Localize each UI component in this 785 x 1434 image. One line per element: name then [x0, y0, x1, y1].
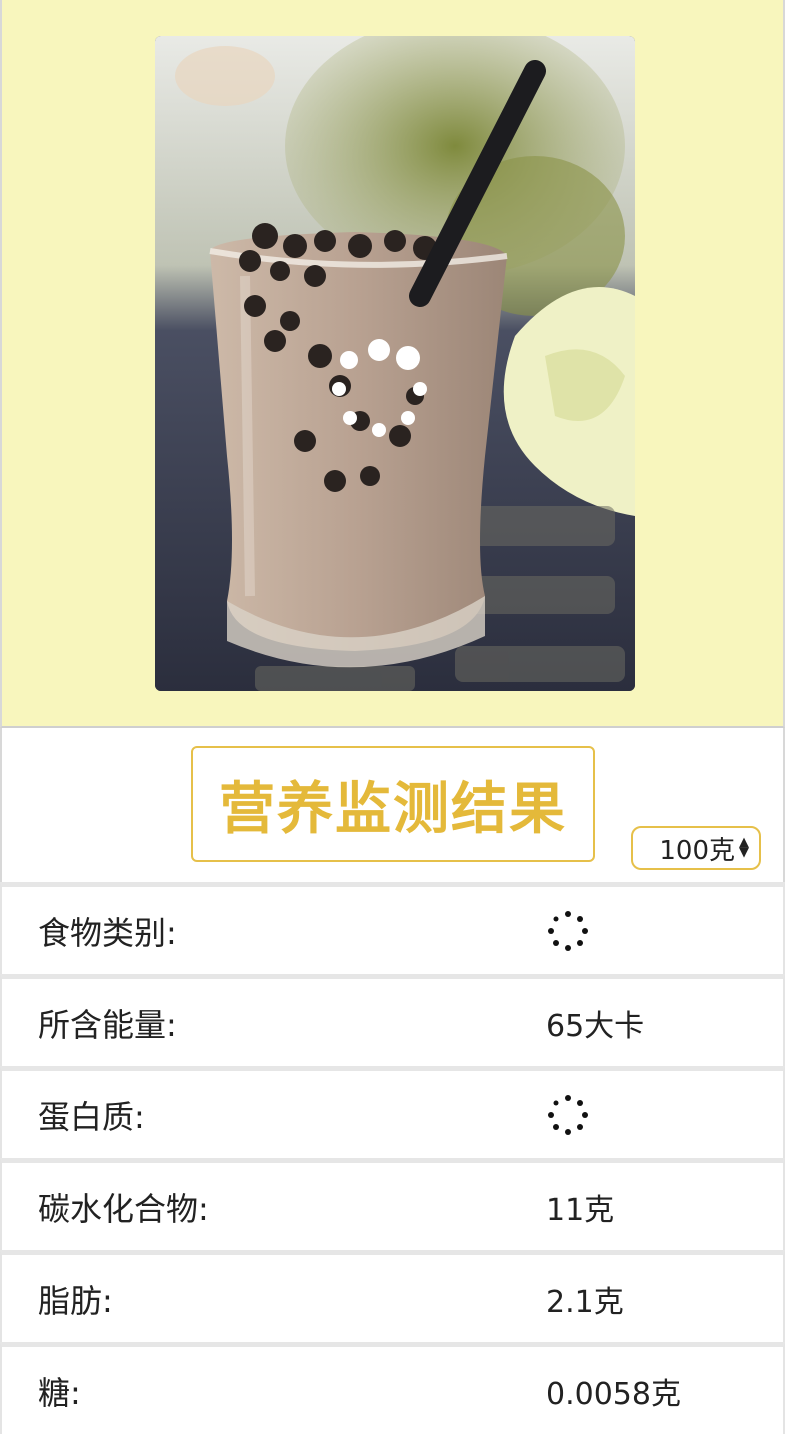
- result-header: 营养监测结果 100克 ▲ ▼: [0, 728, 785, 882]
- row-label: 食物类别:: [38, 913, 177, 952]
- nutrition-row-carbs: 碳水化合物: 11克: [0, 1158, 785, 1250]
- row-value-loading: [546, 887, 590, 974]
- nutrition-row-energy: 所含能量: 65大卡: [0, 974, 785, 1066]
- nutrition-row-protein: 蛋白质:: [0, 1066, 785, 1158]
- weight-select-value: 100克: [659, 835, 735, 866]
- nutrition-row-fat: 脂肪: 2.1克: [0, 1250, 785, 1342]
- nutrition-row-sugar: 糖: 0.0058克: [0, 1342, 785, 1434]
- row-label: 脂肪:: [38, 1281, 113, 1320]
- row-value: 65大卡: [546, 1008, 645, 1044]
- row-label: 蛋白质:: [38, 1097, 145, 1136]
- row-value: 0.0058克: [546, 1376, 681, 1412]
- row-label: 所含能量:: [38, 1005, 177, 1044]
- row-label: 碳水化合物:: [38, 1189, 209, 1228]
- loading-spinner-icon: [332, 339, 427, 437]
- nutrition-table: 食物类别: 所含能量: 65大卡 蛋白质: 碳水化合物: 11克 脂肪: 2.1…: [0, 882, 785, 1434]
- image-panel: [0, 0, 785, 728]
- page-title: 营养监测结果: [191, 746, 595, 862]
- row-label: 糖:: [38, 1373, 81, 1412]
- row-value: 2.1克: [546, 1284, 624, 1320]
- loading-spinner-icon: [548, 910, 588, 951]
- row-value-loading: [546, 1071, 590, 1158]
- row-value: 11克: [546, 1192, 615, 1228]
- weight-select[interactable]: 100克 ▲ ▼: [631, 826, 761, 870]
- updown-arrows-icon: ▲ ▼: [739, 835, 749, 860]
- nutrition-row-category: 食物类别:: [0, 882, 785, 974]
- loading-spinner-icon: [548, 1094, 588, 1135]
